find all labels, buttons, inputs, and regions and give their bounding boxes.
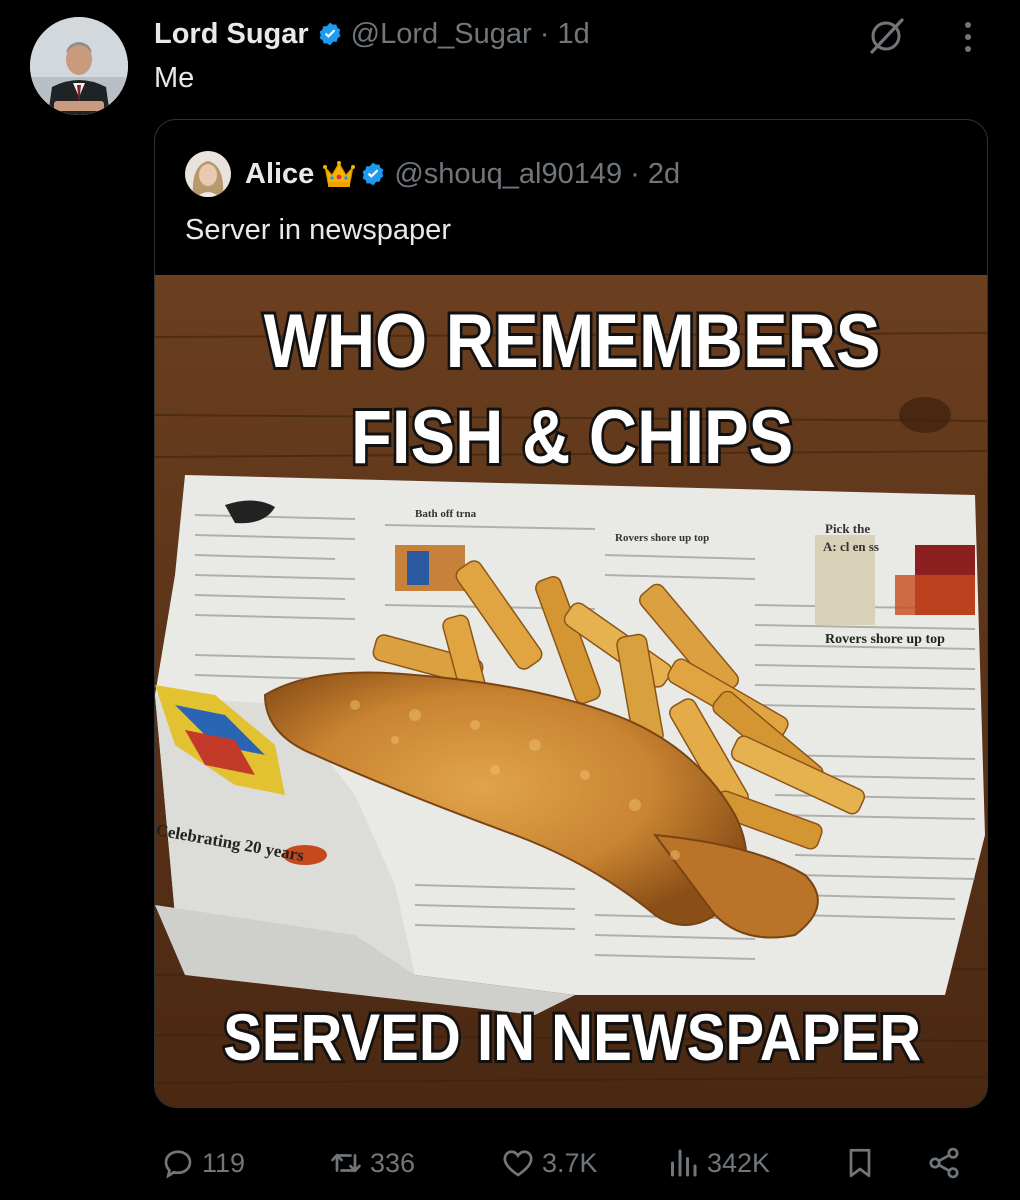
like-button[interactable]: 3.7K (500, 1138, 598, 1188)
crown-emoji-icon (323, 161, 356, 187)
image-headline-2: FISH & CHIPS (351, 395, 793, 480)
action-bar: 119 336 3.7K 342K (0, 1138, 1020, 1188)
share-icon (929, 1147, 959, 1179)
paper-text-rovers-2: Rovers shore up top (825, 632, 945, 647)
reply-icon (164, 1150, 192, 1179)
author-handle[interactable]: @Lord_Sugar (351, 18, 532, 51)
grok-icon[interactable] (866, 16, 906, 56)
repost-count: 336 (370, 1147, 416, 1178)
share-button[interactable] (926, 1138, 968, 1188)
repost-icon (331, 1153, 361, 1173)
paper-text-rovers-1: Rovers shore up top (615, 532, 709, 544)
quoted-verified-badge-icon (362, 162, 384, 186)
quoted-time[interactable]: 2d (648, 158, 680, 191)
tweet-header: Lord Sugar @Lord_Sugar · 1d (154, 14, 590, 54)
author-avatar[interactable] (30, 17, 128, 115)
verified-badge-icon (319, 22, 341, 46)
more-options-icon[interactable] (960, 18, 976, 56)
reply-count: 119 (202, 1147, 246, 1178)
bookmark-button[interactable] (842, 1138, 884, 1188)
views-count: 342K (707, 1147, 771, 1178)
views-icon (671, 1149, 697, 1177)
quoted-header: Alice @shouq_al90149 · 2d (185, 150, 680, 198)
paper-text-pick: Pick the (825, 521, 870, 536)
quoted-avatar[interactable] (185, 151, 231, 197)
image-headline-1: WHO REMEMBERS (264, 299, 881, 384)
image-footer-text: SERVED IN NEWSPAPER (223, 1002, 921, 1075)
quoted-media-image[interactable]: Bath off trna Rovers shore up top Pick t… (155, 275, 988, 1108)
like-count: 3.7K (542, 1147, 598, 1178)
bookmark-icon (849, 1148, 871, 1178)
reply-button[interactable]: 119 (160, 1138, 245, 1188)
separator-dot: · (622, 157, 648, 190)
paper-text-bath: Bath off trna (415, 508, 477, 520)
separator-dot: · (531, 17, 558, 50)
quoted-author-handle[interactable]: @shouq_al90149 (394, 158, 622, 191)
tweet-time[interactable]: 1d (557, 18, 589, 51)
author-name[interactable]: Lord Sugar (154, 18, 309, 51)
tweet-text: Me (154, 62, 195, 94)
quoted-author-name[interactable]: Alice (245, 158, 314, 191)
quoted-text: Server in newspaper (185, 214, 451, 246)
repost-button[interactable]: 336 (328, 1138, 415, 1188)
views-button[interactable]: 342K (665, 1138, 770, 1188)
quoted-tweet[interactable]: Alice @shouq_al90149 · 2d Server in news… (154, 119, 988, 1108)
paper-text-access: A: cl en ss (823, 539, 879, 554)
heart-icon (503, 1150, 533, 1177)
